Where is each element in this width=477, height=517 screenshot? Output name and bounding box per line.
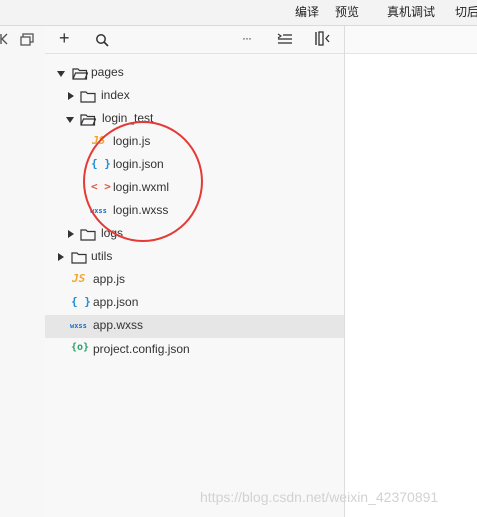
annotation-circle <box>83 121 203 242</box>
tree-file-app-wxss[interactable]: wxss app.wxss <box>45 315 344 338</box>
tree-file-app-js[interactable]: JS app.js <box>45 269 344 292</box>
tree-folder-logs[interactable]: logs <box>45 223 344 246</box>
folder-icon <box>80 229 96 241</box>
tree-item-label: app.js <box>93 272 126 286</box>
tree-folder-index[interactable]: index <box>45 85 344 108</box>
folder-open-icon <box>72 68 88 80</box>
tree-folder-login-test[interactable]: login_test <box>45 108 344 131</box>
tree-item-label: pages <box>91 65 124 79</box>
collapsed-chevron-icon <box>68 92 74 100</box>
collapsed-chevron-icon <box>58 253 64 261</box>
left-activity-strip <box>0 26 46 517</box>
tree-item-label: app.json <box>93 295 139 309</box>
tree-item-label: index <box>101 88 130 102</box>
tree-file-app-json[interactable]: { } app.json <box>45 292 344 315</box>
wxss-file-icon: wxss <box>70 322 87 330</box>
tree-file-project-config[interactable]: {o} project.config.json <box>45 339 344 362</box>
add-file-icon[interactable]: + <box>59 28 70 49</box>
expanded-chevron-icon <box>66 117 74 123</box>
config-file-icon: {o} <box>71 342 90 353</box>
more-options-icon[interactable]: ··· <box>242 31 252 45</box>
device-debug-menu[interactable]: 真机调试 <box>387 3 435 20</box>
json-file-icon: { } <box>71 295 91 308</box>
tree-item-label: app.wxss <box>93 318 144 332</box>
collapse-arrow-icon[interactable] <box>0 33 10 45</box>
search-icon[interactable] <box>95 33 109 47</box>
folder-open-icon <box>80 114 96 126</box>
preview-menu[interactable]: 预览 <box>335 3 359 20</box>
expanded-chevron-icon <box>57 71 65 77</box>
compile-menu[interactable]: 编译 <box>295 3 319 20</box>
collapse-panel-icon[interactable] <box>314 31 330 46</box>
folder-icon <box>71 252 87 264</box>
js-file-icon: JS <box>72 272 86 285</box>
tree-folder-utils[interactable]: utils <box>45 246 344 269</box>
editor-tab-bar <box>345 26 477 54</box>
folder-icon <box>80 91 96 103</box>
window-toggle-icon[interactable] <box>20 33 34 46</box>
tree-folder-pages[interactable]: pages <box>45 62 344 85</box>
explorer-toolbar <box>45 26 344 54</box>
collapsed-chevron-icon <box>68 230 74 238</box>
align-tree-icon[interactable] <box>277 33 293 45</box>
watermark-text: https://blog.csdn.net/weixin_42370891 <box>200 489 439 505</box>
switch-background-menu[interactable]: 切后 <box>455 3 477 20</box>
tree-item-label: project.config.json <box>93 342 190 356</box>
editor-pane <box>345 26 477 517</box>
tree-item-label: utils <box>91 249 113 263</box>
